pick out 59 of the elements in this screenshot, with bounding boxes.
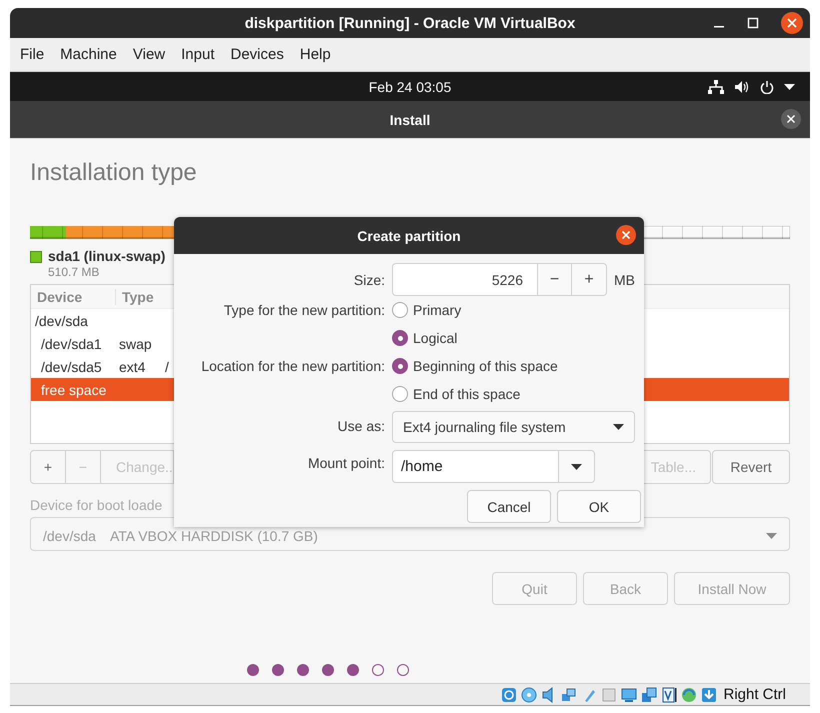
installer-title: Install (390, 112, 430, 128)
legend-label: sda1 (linux-swap) (48, 248, 166, 264)
network-icon[interactable] (708, 80, 724, 94)
power-icon[interactable] (760, 80, 774, 94)
unit-label: MB (614, 272, 635, 288)
legend-size: 510.7 MB (48, 265, 100, 279)
dialog-button[interactable]: OK (557, 490, 641, 523)
field-label: Location for the new partition: (200, 358, 385, 374)
download-icon[interactable] (701, 686, 718, 702)
radio-button[interactable] (392, 302, 408, 318)
menu-item[interactable]: Devices (222, 46, 292, 63)
radio-option[interactable]: Beginning of this space (392, 352, 644, 380)
maximize-icon[interactable] (747, 17, 759, 29)
boot-loader-label: Device for boot loade (30, 497, 162, 513)
menu-item[interactable]: File (12, 46, 52, 63)
disc-icon[interactable] (521, 686, 538, 702)
increment-button[interactable]: + (572, 263, 607, 296)
caret-icon (766, 533, 777, 539)
field-label: Use as: (336, 418, 385, 434)
caret-icon (613, 424, 624, 430)
windows-icon[interactable] (641, 686, 658, 702)
radio-button[interactable] (392, 386, 408, 402)
clock[interactable]: Feb 24 03:05 (368, 78, 452, 94)
menu-item[interactable]: Machine (52, 46, 125, 63)
dropdown-button[interactable] (559, 450, 595, 483)
close-icon[interactable] (616, 225, 636, 245)
menu-item[interactable]: Input (173, 46, 222, 63)
field-label: Type for the new partition: (222, 302, 385, 318)
monitor-icon[interactable] (621, 686, 638, 702)
radio-option[interactable]: Primary (392, 296, 644, 324)
caret-icon[interactable] (784, 84, 795, 90)
close-icon[interactable] (781, 12, 803, 34)
speaker-icon[interactable] (734, 80, 750, 94)
host-key-label: Right Ctrl (723, 686, 786, 703)
decrement-button[interactable]: − (537, 263, 572, 296)
field-label: Size: (352, 272, 385, 288)
close-icon[interactable] (781, 109, 801, 129)
radio-button[interactable] (392, 330, 408, 346)
radio-option[interactable]: End of this space (392, 380, 644, 408)
size-spin-field[interactable]: 5226 (392, 263, 537, 296)
partition-button[interactable]: + (30, 450, 66, 484)
field-label: Mount point: (306, 455, 385, 471)
legend-swatch (30, 251, 42, 263)
window-title: diskpartition [Running] - Oracle VM VirtualBox (244, 14, 576, 32)
menu-item[interactable]: View (124, 46, 174, 63)
radio-label[interactable]: Primary (413, 302, 462, 318)
use-as-dropdown[interactable]: Ext4 journaling file system (392, 411, 635, 443)
partition-button[interactable]: Revert (712, 450, 790, 484)
dialog-button[interactable]: Cancel (467, 490, 551, 523)
menu-item[interactable]: Help (292, 46, 339, 63)
radio-option[interactable]: Logical (392, 324, 644, 352)
radio-label[interactable]: Logical (413, 330, 458, 346)
radio-button[interactable] (392, 358, 408, 374)
radio-label[interactable]: Beginning of this space (413, 358, 558, 374)
mount-point-field[interactable]: /home (392, 450, 559, 483)
dialog-title: Create partition (357, 228, 461, 244)
radio-label[interactable]: End of this space (413, 386, 520, 402)
page-heading: Installation type (30, 159, 198, 188)
caret-icon (571, 464, 582, 470)
